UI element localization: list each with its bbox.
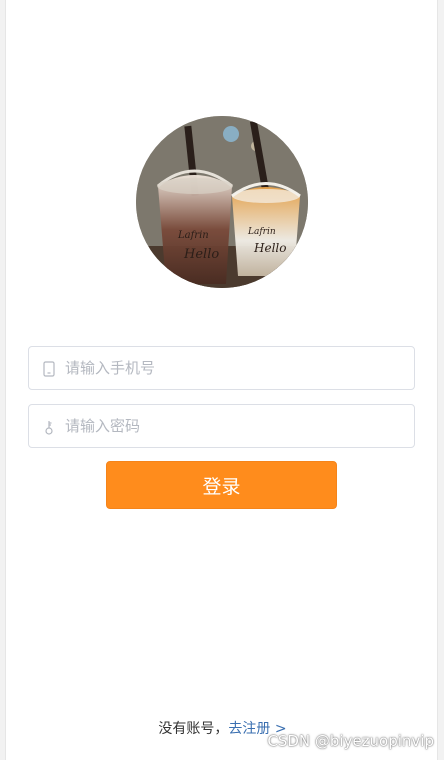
milk-tea-photo: Lafrin Hello Lafrin Hello xyxy=(136,116,308,288)
register-prompt-text: 没有账号， xyxy=(158,721,229,737)
mobile-phone-icon xyxy=(41,360,57,378)
key-icon xyxy=(41,418,57,436)
svg-text:Lafrin: Lafrin xyxy=(177,230,209,241)
svg-text:Hello: Hello xyxy=(253,241,286,255)
svg-text:Lafrin: Lafrin xyxy=(247,227,276,237)
svg-text:Hello: Hello xyxy=(183,247,219,262)
avatar: Lafrin Hello Lafrin Hello xyxy=(136,116,308,288)
login-button[interactable]: 登录 xyxy=(106,461,337,509)
phone-field[interactable] xyxy=(28,346,415,390)
phone-input[interactable] xyxy=(65,347,405,389)
app-screen: Lafrin Hello Lafrin Hello 请输入手机号 登录 没有账号… xyxy=(5,0,438,760)
password-input[interactable] xyxy=(65,405,405,447)
password-field[interactable] xyxy=(28,404,415,448)
watermark: CSDN @biyezuopinvip xyxy=(267,732,434,750)
